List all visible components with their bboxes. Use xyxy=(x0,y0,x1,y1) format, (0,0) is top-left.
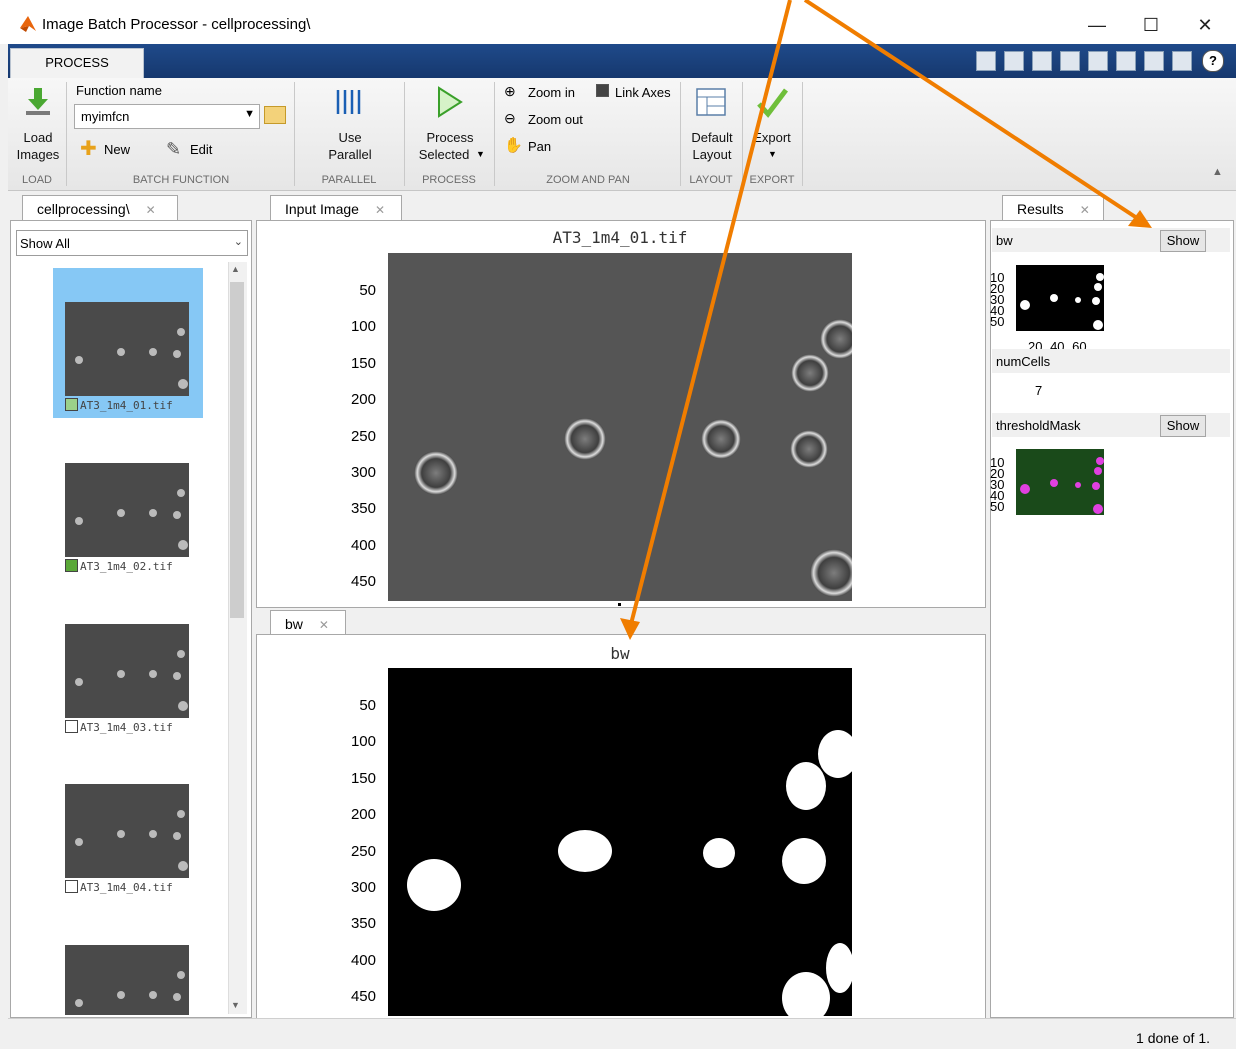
annotation-arrows xyxy=(620,0,1152,640)
